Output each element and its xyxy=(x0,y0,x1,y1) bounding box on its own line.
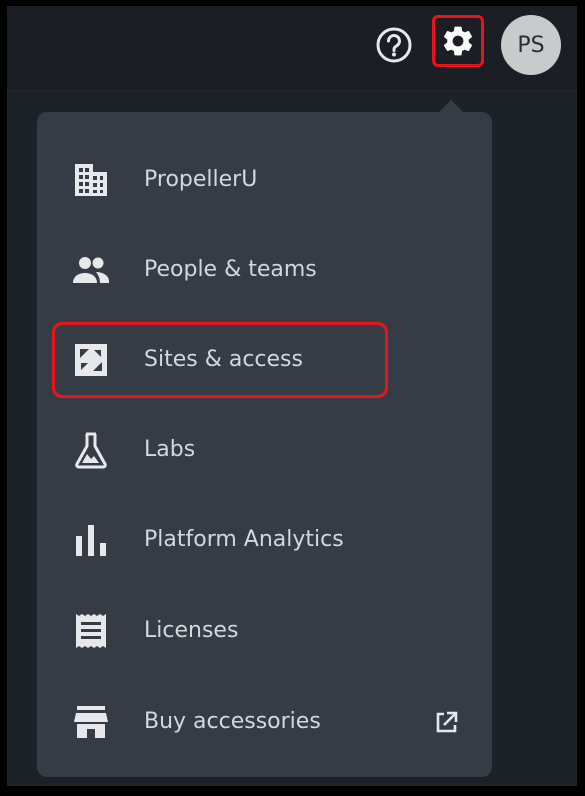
menu-item-label: PropellerU xyxy=(144,167,258,192)
menu-item-label: Buy accessories xyxy=(144,709,321,734)
help-circle-icon xyxy=(376,27,412,63)
store-icon xyxy=(71,702,111,742)
help-button[interactable] xyxy=(375,26,413,64)
app-window: PS PropellerU People & teams Sites & acc… xyxy=(7,6,577,786)
settings-button[interactable] xyxy=(432,15,484,67)
building-icon xyxy=(71,160,111,200)
selection-highlight xyxy=(52,322,388,398)
menu-item-propelleru[interactable]: PropellerU xyxy=(37,142,492,218)
flask-icon xyxy=(71,430,111,470)
menu-item-label: Licenses xyxy=(144,618,239,643)
people-icon xyxy=(71,250,111,290)
settings-menu: PropellerU People & teams Sites & access… xyxy=(37,112,492,777)
menu-item-people-teams[interactable]: People & teams xyxy=(37,232,492,308)
bar-chart-icon xyxy=(71,520,111,560)
external-link-icon xyxy=(433,710,459,736)
menu-item-licenses[interactable]: Licenses xyxy=(37,593,492,669)
header-divider xyxy=(7,90,577,92)
top-bar: PS xyxy=(7,6,577,90)
license-icon xyxy=(71,611,111,651)
gear-icon xyxy=(443,26,473,56)
menu-item-label: People & teams xyxy=(144,257,317,282)
menu-item-platform-analytics[interactable]: Platform Analytics xyxy=(37,502,492,578)
menu-item-buy-accessories[interactable]: Buy accessories xyxy=(37,684,492,760)
menu-item-labs[interactable]: Labs xyxy=(37,412,492,488)
user-avatar[interactable]: PS xyxy=(501,15,561,75)
menu-item-label: Platform Analytics xyxy=(144,527,344,552)
menu-item-label: Labs xyxy=(144,437,196,462)
